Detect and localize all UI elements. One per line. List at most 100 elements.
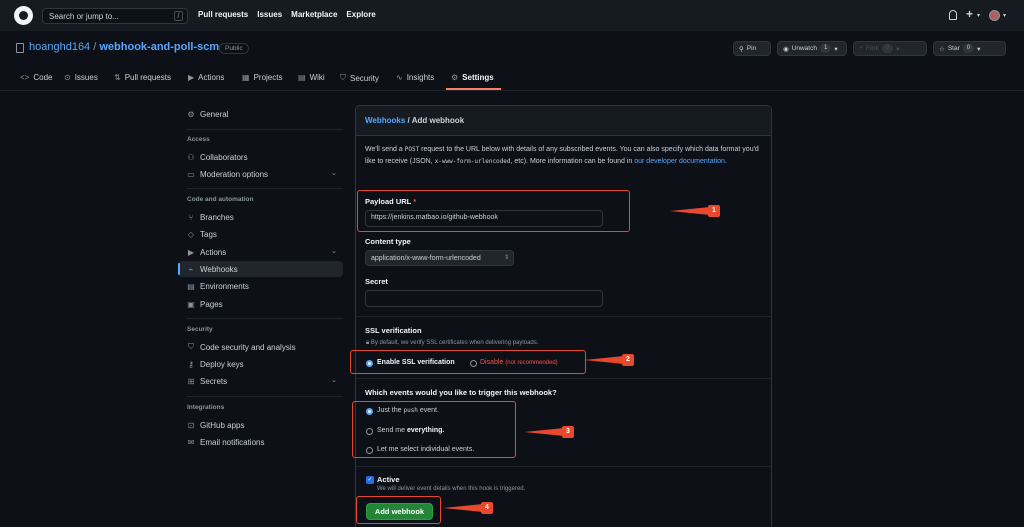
active-label[interactable]: Active [377,475,400,484]
repo-title: hoanghd164 / webhook-and-poll-scm [29,41,219,53]
star-button[interactable]: ☆ Star 0 ▾ [933,41,1006,56]
repo-icon [16,43,24,53]
bell-icon[interactable] [949,10,957,20]
events-label: Which events would you like to trigger t… [365,388,557,397]
search-placeholder: Search or jump to... [49,12,119,21]
top-nav-pull-requests[interactable]: Pull requests [198,10,248,19]
sidebar-item-label: GitHub apps [200,420,245,430]
play-icon: ▶ [187,247,195,257]
plus-icon[interactable]: + [966,7,973,21]
intro-text-part: We'll send a [365,146,403,153]
breadcrumb: Webhooks / Add webhook [356,106,771,136]
annotation-number: 3 [562,426,574,438]
key-icon: ⚷ [188,359,194,369]
sidebar-item-label: Branches [200,212,234,222]
tab-label: Pull requests [124,73,171,82]
ssl-hint: 🔒︎ By default, we verify SSL certificate… [366,340,538,347]
tab-security[interactable]: ⛉ Security [340,73,379,83]
graph-icon: ∿ [396,73,403,82]
chevron-down-icon: ▾ [896,45,900,53]
sidebar-item-deploy-keys[interactable]: ⚷ Deploy keys [178,356,343,372]
play-icon: ▶ [188,73,195,82]
tab-label: Wiki [309,73,325,82]
tab-settings[interactable]: ⚙ Settings [451,73,494,82]
tab-label: Insights [406,73,435,82]
sidebar-item-secrets[interactable]: ⊞ Secrets ⌄ [178,373,343,389]
secret-input[interactable] [365,290,603,307]
tab-actions[interactable]: ▶ Actions [188,73,224,82]
breadcrumb-webhooks-link[interactable]: Webhooks [365,116,405,125]
server-icon: ▤ [187,281,195,291]
fork-count: 0 [881,44,894,53]
tag-icon: ◇ [187,229,195,239]
content-type-value: application/x-www-form-urlencoded [371,255,481,262]
sidebar-item-webhooks[interactable]: ⌁ Webhooks [178,261,343,277]
sidebar-item-github-apps[interactable]: ⊡ GitHub apps [178,417,343,433]
content-type-select[interactable]: application/x-www-form-urlencoded ⇕ [365,250,514,266]
divider [187,129,343,130]
sidebar-item-collaborators[interactable]: ⚇ Collaborators [178,149,343,165]
tab-issues[interactable]: ⊙ Issues [64,73,98,82]
sidebar-item-email-notifications[interactable]: ✉ Email notifications [178,434,343,450]
pin-button[interactable]: ⚲ Pin [733,41,771,56]
unwatch-label: Unwatch [791,45,817,52]
sidebar-item-pages[interactable]: ▣ Pages [178,296,343,312]
chevron-down-icon[interactable]: ▾ [977,12,980,19]
pull-request-icon: ⇅ [114,73,121,82]
fork-button[interactable]: ⑂ Fork 0 ▾ [853,41,927,56]
sidebar-item-environments[interactable]: ▤ Environments [178,278,343,294]
tab-label: Issues [74,73,98,82]
sidebar-item-label: General [200,109,229,119]
sidebar-item-moderation-options[interactable]: ▭ Moderation options ⌄ [178,166,343,182]
github-logo-icon[interactable] [14,6,33,25]
chevron-down-icon[interactable]: ▾ [1003,12,1006,19]
mail-icon: ✉ [187,437,195,447]
sidebar-item-general[interactable]: ⚙ General [178,106,343,122]
tab-insights[interactable]: ∿ Insights [396,73,434,82]
sidebar-heading-access: Access [187,136,210,143]
top-nav: Pull requests Issues Marketplace Explore [198,10,376,19]
tab-label: Projects [253,73,283,82]
unwatch-count: 1 [819,44,832,53]
ssl-verification-label: SSL verification [365,326,422,335]
tab-projects[interactable]: ▦ Projects [242,73,282,82]
developer-documentation-link[interactable]: our developer documentation [634,158,725,165]
sidebar-item-actions[interactable]: ▶ Actions ⌄ [178,244,343,260]
chevron-down-icon: ⌄ [331,377,337,384]
tab-code[interactable]: <> Code [20,73,52,82]
sidebar-item-code-security[interactable]: ⛉ Code security and analysis [178,339,343,355]
intro-text: We'll send a POST request to the URL bel… [365,144,763,168]
comment-icon: ▭ [187,169,195,179]
sidebar-item-label: Actions [200,247,227,257]
search-input[interactable]: Search or jump to... / [42,8,188,24]
chevron-down-icon: ▾ [977,45,981,53]
pin-icon: ⚲ [739,45,744,53]
active-checkbox[interactable]: ✓ [366,476,374,484]
top-nav-issues[interactable]: Issues [257,10,282,19]
intro-code-post: POST [404,146,420,153]
top-nav-marketplace[interactable]: Marketplace [291,10,337,19]
sidebar-item-label: Tags [200,229,217,239]
sidebar-item-tags[interactable]: ◇ Tags [178,226,343,242]
top-nav-explore[interactable]: Explore [346,10,375,19]
avatar[interactable] [989,10,1000,21]
annotation-box-4 [356,496,441,524]
repo-owner-link[interactable]: hoanghd164 [29,41,90,53]
tab-wiki[interactable]: ▤ Wiki [298,73,325,82]
tab-pull-requests[interactable]: ⇅ Pull requests [114,73,171,82]
sidebar-item-label: Deploy keys [200,359,244,369]
search-shortcut-key: / [174,11,183,21]
annotation-number: 1 [708,205,720,217]
sidebar-item-branches[interactable]: ⑂ Branches [178,209,343,225]
chevron-down-icon: ⌄ [331,170,337,177]
divider [187,396,343,397]
divider [187,318,343,319]
unwatch-button[interactable]: ◉ Unwatch 1 ▾ [777,41,847,56]
eye-icon: ◉ [783,45,789,53]
sidebar-item-label: Secrets [200,376,228,386]
issue-icon: ⊙ [64,73,71,82]
annotation-box-2 [350,350,586,374]
sidebar-item-label: Collaborators [200,152,248,162]
apps-icon: ⊡ [187,420,195,430]
repo-name-link[interactable]: webhook-and-poll-scm [99,41,219,53]
